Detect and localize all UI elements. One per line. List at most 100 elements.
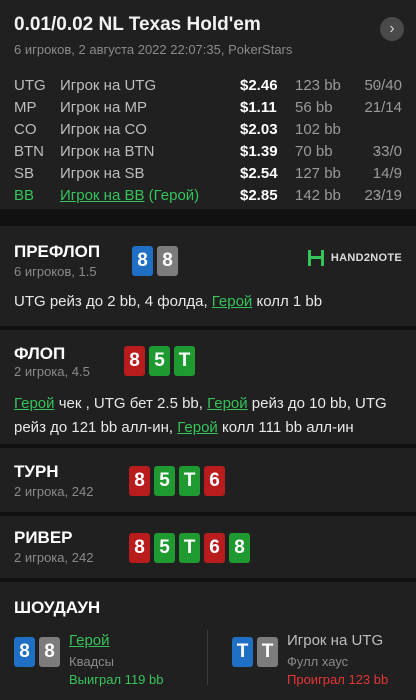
card: T	[179, 533, 200, 563]
seat-stack-bb: 127 bb	[295, 165, 341, 182]
card: 8	[39, 637, 60, 667]
seat-stack-bb: 70 bb	[295, 143, 333, 160]
hero-link[interactable]: Герой	[212, 293, 253, 310]
hand2note-logo-text: HAND2NOTE	[330, 252, 402, 264]
hero-hole-cards: 8 8	[132, 246, 178, 276]
villain-result: Проиграл 123 bb	[287, 672, 389, 687]
river-cards: 8 5 T 6 8	[129, 533, 250, 563]
seat-stack: $2.54	[240, 165, 278, 182]
seat-position: CO	[14, 121, 37, 138]
seat-position: MP	[14, 99, 37, 116]
seat-stack-bb: 142 bb	[295, 187, 341, 204]
preflop-title: ПРЕФЛОП	[14, 242, 101, 261]
card: 8	[14, 637, 35, 667]
seat-position: BTN	[14, 143, 44, 160]
turn-cards: 8 5 T 6	[129, 466, 225, 496]
hero-showdown-name[interactable]: Герой	[69, 632, 110, 649]
preflop-section: ПРЕФЛОП 6 игроков, 1.5 8 8 UTG рейз до 2…	[0, 226, 416, 326]
seat-row-btn: BTN Игрок на BTN $1.39 70 bb · 33/0	[0, 143, 416, 165]
turn-subtitle: 2 игрока, 242	[14, 484, 94, 499]
hero-link[interactable]: Герой	[207, 395, 248, 412]
card: 8	[157, 246, 178, 276]
game-title: 0.01/0.02 NL Texas Hold'em	[14, 14, 261, 35]
seat-stack: $1.11	[240, 99, 277, 116]
villain-showdown-cards: T T	[232, 637, 278, 667]
game-subtitle: 6 игроков, 2 августа 2022 22:07:35, Poke…	[14, 42, 293, 57]
seat-position: BB	[14, 187, 35, 204]
seat-stat: 21/14	[364, 99, 402, 116]
seat-stack: $1.39	[240, 143, 278, 160]
card: 5	[154, 466, 175, 496]
hero-tag: (Герой)	[148, 187, 200, 204]
river-title: РИВЕР	[14, 528, 73, 547]
villain-hand-rank: Фулл хаус	[287, 654, 349, 669]
card: 8	[129, 533, 150, 563]
hero-link[interactable]: Герой	[14, 395, 55, 412]
seat-row-co: CO Игрок на CO $2.03 102 bb	[0, 121, 416, 143]
seat-stack: $2.85	[240, 187, 278, 204]
action-text: рейз до 10 bb, UTG	[247, 395, 387, 412]
hero-showdown-cards: 8 8	[14, 637, 60, 667]
hero-hand-rank: Квадсы	[69, 654, 114, 669]
card: 8	[129, 466, 150, 496]
flop-subtitle: 2 игрока, 4.5	[14, 364, 90, 379]
action-text: UTG рейз до 2 bb, 4 фолда,	[14, 293, 212, 310]
card: 5	[149, 346, 170, 376]
showdown-title: ШОУДАУН	[14, 598, 101, 617]
next-hand-button[interactable]: ›	[380, 17, 404, 41]
seat-row-bb-hero: BB Игрок на BB (Герой) $2.85 142 bb · 23…	[0, 187, 416, 209]
preflop-actions: UTG рейз до 2 bb, 4 фолда, Герой колл 1 …	[14, 290, 402, 314]
card: 5	[154, 533, 175, 563]
card: T	[174, 346, 195, 376]
action-text: колл 111 bb алл-ин	[217, 419, 354, 436]
seat-player-name: Игрок на CO	[60, 121, 147, 138]
seat-player-name: Игрок на SB	[60, 165, 145, 182]
chevron-right-icon: ›	[389, 20, 395, 37]
seat-stack-bb: 56 bb	[295, 99, 333, 116]
river-section: РИВЕР 2 игрока, 242 8 5 T 6 8	[0, 516, 416, 578]
seat-row-mp: MP Игрок на MP $1.11 56 bb · 21/14	[0, 99, 416, 121]
card: 6	[204, 466, 225, 496]
card: T	[179, 466, 200, 496]
river-subtitle: 2 игрока, 242	[14, 550, 94, 565]
card: 8	[132, 246, 153, 276]
action-text: колл 1 bb	[252, 293, 323, 310]
seat-position: UTG	[14, 77, 46, 94]
seat-stack-bb: 102 bb	[295, 121, 341, 138]
turn-title: ТУРН	[14, 462, 59, 481]
card: 6	[204, 533, 225, 563]
flop-title: ФЛОП	[14, 344, 66, 363]
card: T	[232, 637, 253, 667]
hero-result: Выиграл 119 bb	[69, 672, 164, 687]
seat-stat: 14/9	[372, 165, 402, 182]
seat-stat: 33/0	[372, 143, 402, 160]
seat-position: SB	[14, 165, 35, 182]
seat-row-utg: UTG Игрок на UTG $2.46 123 bb · 50/40	[0, 77, 416, 99]
preflop-subtitle: 6 игроков, 1.5	[14, 264, 97, 279]
showdown-divider	[207, 630, 208, 685]
hand2note-logo-icon	[307, 250, 324, 266]
flop-section: ФЛОП 2 игрока, 4.5 8 5 T Герой чек , UTG…	[0, 330, 416, 444]
flop-actions: Герой чек , UTG бет 2.5 bb, Герой рейз д…	[14, 392, 402, 440]
villain-showdown-name: Игрок на UTG	[287, 632, 384, 649]
seat-stack: $2.03	[240, 121, 278, 138]
seat-stat: 50/40	[364, 77, 402, 94]
seat-player-name: Игрок на BTN	[60, 143, 155, 160]
hero-link[interactable]: Герой	[177, 419, 218, 436]
card: 8	[229, 533, 250, 563]
card: T	[257, 637, 278, 667]
flop-cards: 8 5 T	[124, 346, 195, 376]
seat-stack: $2.46	[240, 77, 278, 94]
hero-player-link[interactable]: Игрок на BB	[60, 187, 144, 204]
seat-stat: 23/19	[364, 187, 402, 204]
hand2note-logo: HAND2NOTE	[307, 248, 402, 268]
hand-header: 0.01/0.02 NL Texas Hold'em 6 игроков, 2 …	[0, 0, 416, 209]
turn-section: ТУРН 2 игрока, 242 8 5 T 6	[0, 448, 416, 512]
action-text: рейз до 121 bb алл-ин,	[14, 419, 178, 436]
seat-stack-bb: 123 bb	[295, 77, 341, 94]
card: 8	[124, 346, 145, 376]
seat-row-sb: SB Игрок на SB $2.54 127 bb · 14/9	[0, 165, 416, 187]
seat-player-name: Игрок на UTG	[60, 77, 157, 94]
hero-seat-name: Игрок на BB (Герой)	[60, 187, 199, 204]
seat-player-name: Игрок на MP	[60, 99, 147, 116]
